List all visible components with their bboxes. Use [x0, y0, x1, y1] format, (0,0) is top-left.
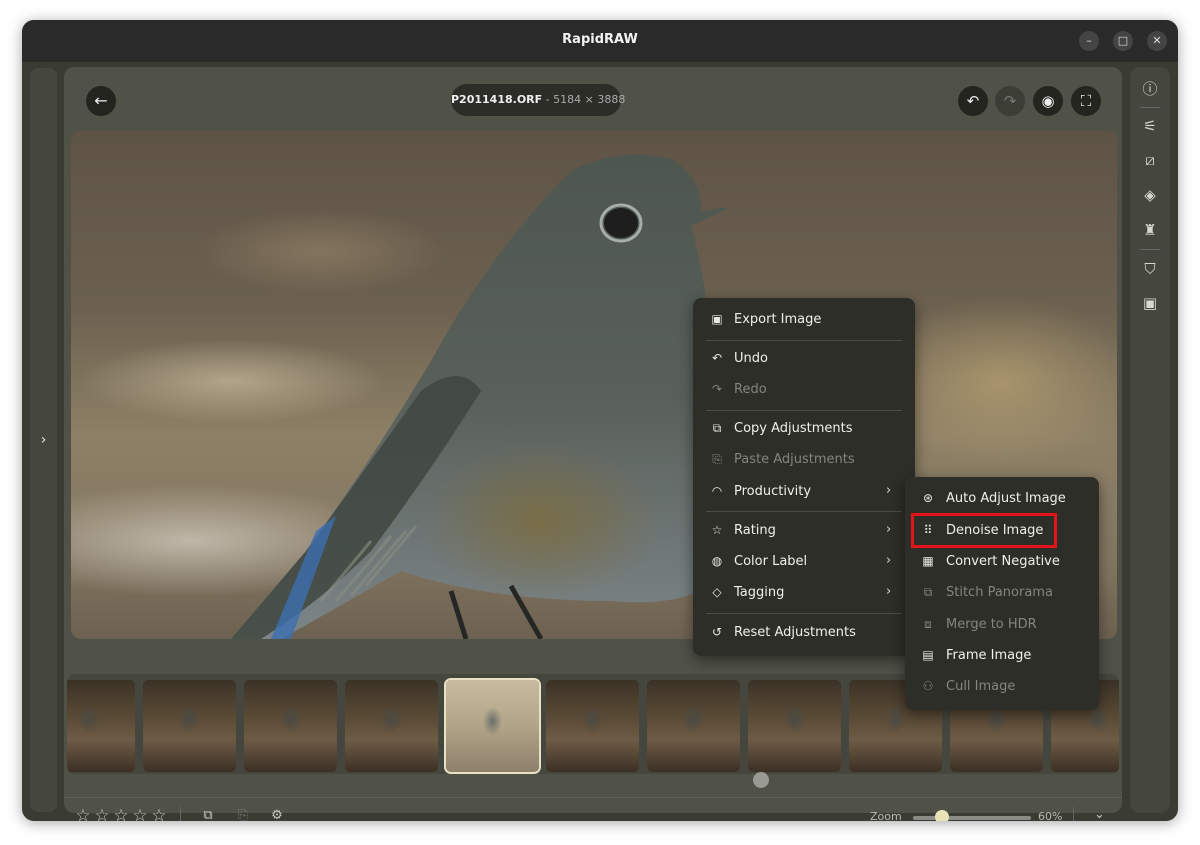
divider [706, 410, 902, 411]
menu-item-productivity[interactable]: ◠ Productivity › [693, 478, 915, 506]
chevron-right-icon: › [886, 522, 892, 537]
gear-icon[interactable]: ⚙ [268, 808, 286, 821]
star-icon[interactable]: ☆ [150, 806, 168, 821]
film-icon: ▦ [922, 554, 934, 568]
menu-item-cull-image[interactable]: ⚇ Cull Image [905, 673, 1099, 701]
chevron-right-icon[interactable]: › [30, 432, 57, 448]
thumbnail[interactable] [647, 680, 740, 772]
chevron-right-icon: › [886, 553, 892, 568]
context-menu: ▣ Export Image ↶ Undo ↷ Redo ⧉ Copy Adju… [693, 298, 915, 656]
undo-icon: ↶ [711, 351, 723, 365]
back-button[interactable]: ← [86, 86, 116, 116]
eye-icon[interactable]: ◉ [1033, 86, 1063, 116]
divider [706, 613, 902, 614]
zoom-slider-handle[interactable] [935, 810, 949, 821]
title-bar: RapidRAW – □ ✕ [22, 20, 1178, 62]
save-icon: ▣ [711, 312, 723, 326]
sliders-icon[interactable]: ⚟ [1130, 117, 1170, 135]
divider [706, 340, 902, 341]
paste-icon[interactable]: ⎘ [234, 808, 252, 821]
minimize-button[interactable]: – [1079, 31, 1099, 51]
paste-icon: ⎘ [712, 452, 722, 466]
aperture-icon: ⊛ [922, 491, 934, 505]
star-icon[interactable]: ☆ [93, 806, 111, 821]
divider [706, 511, 902, 512]
productivity-submenu: ⊛ Auto Adjust Image ⠿ Denoise Image ▦ Co… [905, 477, 1099, 710]
thumbnail[interactable] [546, 680, 639, 772]
thumbnail-active[interactable] [444, 678, 541, 774]
zoom-label: Zoom [870, 810, 902, 821]
info-icon[interactable]: ⓘ [1130, 78, 1170, 99]
menu-item-redo[interactable]: ↷ Redo [693, 376, 915, 404]
chevron-right-icon: › [886, 483, 892, 498]
right-panel: ⓘ ⚟ ⧄ ◈ ♜ ⛉ ▣ [1130, 67, 1170, 813]
copy-icon[interactable]: ⧉ [199, 808, 217, 821]
copy-icon: ⧉ [712, 421, 722, 435]
hdr-icon: ⧈ [924, 617, 932, 631]
window-title: RapidRAW [562, 32, 638, 47]
layers-icon[interactable]: ◈ [1130, 186, 1170, 204]
filmstrip-scroll-handle[interactable] [753, 772, 769, 788]
divider [1140, 249, 1160, 250]
star-icon[interactable]: ☆ [112, 806, 130, 821]
menu-item-merge-to-hdr[interactable]: ⧈ Merge to HDR [905, 611, 1099, 639]
menu-item-convert-negative[interactable]: ▦ Convert Negative [905, 548, 1099, 576]
zoom-slider[interactable] [913, 816, 1031, 820]
palette-icon: ◍ [711, 554, 723, 568]
menu-item-rating[interactable]: ☆ Rating › [693, 517, 915, 545]
menu-item-copy-adjustments[interactable]: ⧉ Copy Adjustments [693, 415, 915, 443]
frame-icon: ▤ [922, 648, 934, 662]
menu-item-stitch-panorama[interactable]: ⧉ Stitch Panorama [905, 579, 1099, 607]
thumbnail[interactable] [345, 680, 438, 772]
reset-icon: ↺ [711, 625, 723, 639]
crop-icon[interactable]: ⧄ [1130, 151, 1170, 169]
close-button[interactable]: ✕ [1147, 31, 1167, 51]
users-icon: ⚇ [922, 679, 934, 693]
divider [180, 807, 181, 821]
menu-item-auto-adjust-image[interactable]: ⊛ Auto Adjust Image [905, 485, 1099, 513]
star-icon[interactable]: ☆ [74, 806, 92, 821]
fullscreen-icon[interactable]: ⛶ [1071, 86, 1101, 116]
divider [1073, 807, 1074, 821]
file-dimensions: - 5184 × 3888 [545, 93, 626, 106]
menu-item-paste-adjustments[interactable]: ⎘ Paste Adjustments [693, 446, 915, 474]
star-icon[interactable]: ☆ [131, 806, 149, 821]
thumbnail[interactable] [143, 680, 236, 772]
file-name: P2011418.ORF [451, 93, 543, 106]
zoom-value: 60% [1038, 810, 1063, 821]
thumbnail[interactable] [748, 680, 841, 772]
highlight-box [911, 513, 1057, 548]
star-icon: ☆ [711, 523, 723, 537]
chevron-right-icon: › [886, 584, 892, 599]
undo-button[interactable]: ↶ [958, 86, 988, 116]
menu-item-undo[interactable]: ↶ Undo [693, 345, 915, 373]
redo-icon: ↷ [711, 382, 723, 396]
file-info: P2011418.ORF - 5184 × 3888 [451, 84, 625, 116]
menu-item-color-label[interactable]: ◍ Color Label › [693, 548, 915, 576]
left-panel: › [30, 68, 57, 812]
brush-icon[interactable]: ♜ [1130, 221, 1170, 239]
thumbnail[interactable] [67, 680, 135, 772]
panorama-icon: ⧉ [923, 585, 933, 599]
bottom-bar: ☆ ☆ ☆ ☆ ☆ ⧉ ⎘ ⚙ Zoom 60% ⌄ [64, 797, 1122, 821]
divider [1140, 107, 1160, 108]
menu-item-tagging[interactable]: ◇ Tagging › [693, 579, 915, 607]
menu-item-reset-adjustments[interactable]: ↺ Reset Adjustments [693, 619, 915, 647]
redo-button[interactable]: ↷ [995, 86, 1025, 116]
chevron-down-icon[interactable]: ⌄ [1094, 807, 1105, 821]
maximize-button[interactable]: □ [1113, 31, 1133, 51]
gauge-icon: ◠ [711, 484, 723, 498]
menu-item-export-image[interactable]: ▣ Export Image [693, 306, 915, 334]
thumbnail[interactable] [244, 680, 337, 772]
bookmark-icon[interactable]: ⛉ [1130, 260, 1170, 278]
tag-icon: ◇ [712, 585, 722, 599]
save-icon[interactable]: ▣ [1130, 294, 1170, 312]
menu-item-frame-image[interactable]: ▤ Frame Image [905, 642, 1099, 670]
